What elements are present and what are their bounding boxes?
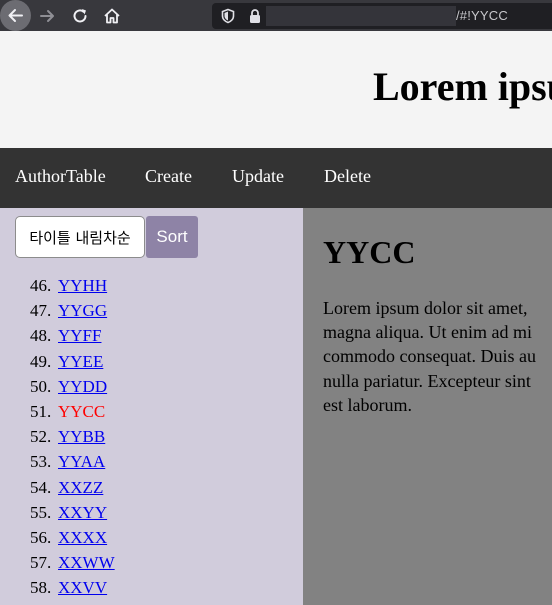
site-title: Lorem ipsum	[373, 64, 552, 109]
url-redacted-region	[266, 6, 456, 26]
list-item-link[interactable]: YYAA	[58, 452, 105, 472]
article-body-line: nulla pariatur. Excepteur sint	[323, 370, 531, 391]
article-title: YYCC	[323, 234, 416, 270]
url-text: /#!YYCC	[456, 8, 508, 23]
list-item-link[interactable]: XXWW	[58, 553, 115, 573]
list-item-number: 57.	[30, 553, 52, 573]
list-item-link[interactable]: YYFF	[58, 326, 101, 346]
nav-link-update[interactable]: Update	[232, 166, 284, 187]
back-button[interactable]	[0, 0, 31, 31]
main-content: YYCC Lorem ipsum dolor sit amet, magna a…	[303, 208, 552, 605]
list-item-link[interactable]: YYHH	[58, 276, 107, 296]
list-item-number: 52.	[30, 427, 52, 447]
browser-toolbar: /#!YYCC	[0, 0, 552, 31]
article-body-line: commodo consequat. Duis au	[323, 346, 536, 367]
list-item-number: 55.	[30, 502, 52, 522]
sort-order-select[interactable]: 타이틀 내림차순	[15, 216, 145, 258]
list-item-number: 49.	[30, 351, 52, 371]
list-item-link[interactable]: YYBB	[58, 427, 105, 447]
shield-icon	[221, 8, 235, 24]
list-item-number: 51.	[30, 401, 52, 421]
home-icon	[104, 8, 120, 23]
list-item-link[interactable]: YYDD	[58, 377, 107, 397]
list-item-number: 53.	[30, 452, 52, 472]
list-item-link[interactable]: YYEE	[58, 352, 103, 372]
top-nav: AuthorTable Create Update Delete	[0, 148, 552, 208]
list-item-link[interactable]: XXXX	[58, 528, 107, 548]
list-item-number: 58.	[30, 578, 52, 598]
article-body-line: est laborum.	[323, 394, 412, 415]
nav-link-create[interactable]: Create	[145, 166, 192, 187]
list-item-number: 46.	[30, 276, 52, 295]
list-item-link[interactable]: XXZZ	[58, 478, 103, 498]
list-item-number: 56.	[30, 527, 52, 547]
list-item-link-active[interactable]: YYCC	[58, 402, 105, 422]
reload-button[interactable]	[66, 0, 94, 31]
reload-icon	[73, 8, 87, 22]
sort-button[interactable]: Sort	[146, 216, 198, 258]
home-button[interactable]	[98, 0, 126, 31]
article-body: Lorem ipsum dolor sit amet, magna aliqua…	[323, 296, 552, 417]
forward-arrow-icon	[40, 9, 54, 22]
list-item-link[interactable]: YYGG	[58, 301, 107, 321]
list-item-number: 47.	[30, 301, 52, 321]
list-item-number: 54.	[30, 477, 52, 497]
list-item-number: 48.	[30, 326, 52, 346]
list-item-number: 50.	[30, 376, 52, 396]
article-body-line: Lorem ipsum dolor sit amet,	[323, 298, 528, 318]
nav-link-delete[interactable]: Delete	[324, 166, 371, 187]
article-body-line: magna aliqua. Ut enim ad mi	[323, 322, 532, 343]
back-arrow-icon	[8, 9, 23, 22]
nav-link-authortable[interactable]: AuthorTable	[15, 166, 106, 187]
list-item-link[interactable]: XXVV	[58, 578, 107, 598]
sidebar: 타이틀 내림차순 Sort 46. YYHH 47. YYGG 48. YYFF 49…	[0, 208, 303, 605]
forward-button[interactable]	[33, 0, 61, 31]
list-item-link[interactable]: XXYY	[58, 503, 107, 523]
lock-icon	[250, 9, 260, 23]
site-header: Lorem ipsum	[0, 31, 552, 148]
